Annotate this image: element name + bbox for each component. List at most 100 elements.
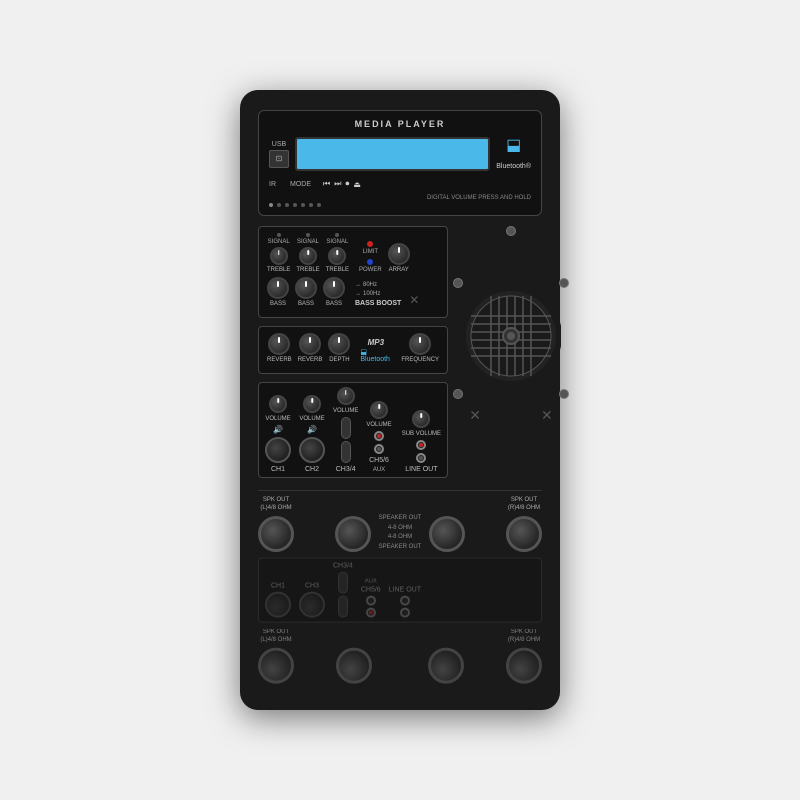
ch1-treble-knob[interactable]: [270, 247, 288, 265]
speaker-icon-2: 🔊: [307, 425, 317, 434]
ch2-vol-knob[interactable]: [303, 395, 321, 413]
ir-label: IR: [269, 181, 276, 188]
ch3-bass-knob[interactable]: [323, 277, 345, 299]
ch56-vol-label: VOLUME: [366, 422, 391, 428]
ch3-bass-group: BASS: [323, 277, 345, 307]
depth-knob[interactable]: [328, 333, 350, 355]
speaker-out-label3: 4-8 OHM: [388, 534, 412, 542]
sub-vol-label: SUB VOLUME: [402, 431, 441, 437]
reverb2-knob[interactable]: [299, 333, 321, 355]
power-indicator: POWER: [359, 259, 382, 273]
ch34-jack-2[interactable]: [341, 441, 351, 463]
led-indicator-2: [277, 203, 281, 207]
reverb2-label: REVERB: [298, 357, 323, 363]
mp3-badge: MP3: [368, 338, 384, 347]
signal-led-3: [335, 233, 339, 237]
ch2-signal-group: SIGNAL TREBLE: [296, 233, 319, 273]
ch34-jack-1[interactable]: [341, 417, 351, 439]
ch34-vol-knob[interactable]: [337, 387, 355, 405]
speaker-out-label1: SPEAKER OUT: [379, 515, 422, 523]
signal-label-1: SIGNAL: [268, 239, 290, 245]
bluetooth-text: Bluetooth®: [496, 163, 531, 170]
reverb1-knob[interactable]: [268, 333, 290, 355]
bluetooth-area: ⬓ Bluetooth®: [496, 135, 531, 173]
mirror-jack-2: [428, 648, 464, 684]
led-indicator-3: [285, 203, 289, 207]
spk-out-left: SPK OUT(L)4/8 OHM: [258, 497, 294, 552]
ch2-treble-knob[interactable]: [299, 247, 317, 265]
spk-center-jack-2[interactable]: [429, 516, 465, 552]
mirror-ch2: [299, 592, 325, 618]
ch1-vol-label: VOLUME: [265, 416, 290, 422]
ch3-signal-group: SIGNAL TREBLE: [326, 233, 349, 273]
speaker-out-label2: 4-8 OHM: [388, 525, 412, 533]
lineout-rca-l[interactable]: [416, 453, 426, 463]
frequency-label: FREQUENCY: [401, 357, 439, 363]
main-controls-section: SIGNAL TREBLE SIGNAL TREBLE: [258, 226, 542, 484]
digital-volume-label: DIGITAL VOLUME PRESS AND HOLD: [427, 195, 531, 201]
ch56-label: CH5/6: [369, 457, 389, 464]
spk-right-jack[interactable]: [506, 516, 542, 552]
array-knob[interactable]: [388, 243, 410, 265]
lcd-screen: [295, 137, 490, 171]
frequency-knob[interactable]: [409, 333, 431, 355]
rca-red[interactable]: [374, 431, 384, 441]
freq-100hz-label: →100Hz: [355, 291, 380, 297]
reverb1-group: REVERB: [267, 333, 292, 363]
bass-boost-label: BASS BOOST: [355, 300, 401, 307]
screw-tl: [506, 226, 516, 236]
ch1-bass-knob[interactable]: [267, 277, 289, 299]
ch2-bass-group: BASS: [295, 277, 317, 307]
ch2-jack[interactable]: [299, 437, 325, 463]
led-indicator-7: [317, 203, 321, 207]
lineout-sub-vol-knob[interactable]: [412, 410, 430, 428]
mirror-spk-right: [506, 648, 542, 684]
ch1-vol-knob[interactable]: [269, 395, 287, 413]
eject-button[interactable]: ⏏: [353, 180, 361, 189]
ch1-treble-label: TREBLE: [267, 267, 290, 273]
screw-bl-x: ✕: [469, 407, 481, 424]
led-indicator-4: [293, 203, 297, 207]
prev-button[interactable]: ⏮: [323, 179, 330, 189]
play-button[interactable]: ⏺: [345, 179, 349, 189]
treble-section: SIGNAL TREBLE SIGNAL TREBLE: [258, 226, 448, 318]
ch56-vol-knob[interactable]: [370, 401, 388, 419]
lineout-rca-r[interactable]: [416, 440, 426, 450]
reverb2-group: REVERB: [298, 333, 323, 363]
spk-out-left-label: SPK OUT(L)4/8 OHM: [260, 497, 291, 513]
ch1-signal-group: SIGNAL TREBLE: [267, 233, 290, 273]
spk-center-jack-1[interactable]: [335, 516, 371, 552]
freq-80hz-label: →80Hz: [355, 282, 377, 288]
lineout-rca-pair: [416, 440, 426, 463]
spk-out-section: SPK OUT(L)4/8 OHM SPEAKER OUT 4-8 OHM 4-…: [258, 497, 542, 552]
mirror-ch34a: [338, 596, 348, 618]
ch3-treble-label: TREBLE: [326, 267, 349, 273]
ch34-label: CH3/4: [336, 466, 356, 473]
ch3-treble-knob[interactable]: [328, 247, 346, 265]
limit-led: [367, 241, 373, 247]
signal-label-2: SIGNAL: [297, 239, 319, 245]
limit-indicator: LIMIT: [363, 241, 378, 255]
led-indicator-6: [309, 203, 313, 207]
rca-black[interactable]: [374, 444, 384, 454]
array-group: ARRAY: [388, 243, 410, 273]
mode-label: MODE: [290, 181, 311, 188]
lineout-label: LINE OUT: [405, 466, 437, 473]
ch56-rca-pair: [374, 431, 384, 454]
spk-out-right: SPK OUT(R)4/8 OHM: [506, 497, 542, 552]
ch2-bass-label: BASS: [298, 301, 314, 307]
speaker-out-label4: SPEAKER OUT: [379, 544, 422, 552]
fan-screw-br: [559, 389, 569, 399]
bass-boost-area: →80Hz →100Hz BASS BOOST: [355, 282, 401, 307]
spk-left-jack[interactable]: [258, 516, 294, 552]
spk-divider: [258, 490, 542, 491]
signal-led-2: [306, 233, 310, 237]
ch1-jack[interactable]: [265, 437, 291, 463]
next-button[interactable]: ⏭: [334, 179, 341, 189]
ch3-bass-label: BASS: [326, 301, 342, 307]
screw-br-x: ✕: [541, 407, 553, 424]
speaker-icon-1: 🔊: [273, 425, 283, 434]
ch2-bass-knob[interactable]: [295, 277, 317, 299]
ch2-label: CH2: [305, 466, 319, 473]
usb-icon: ⊡: [269, 150, 289, 168]
